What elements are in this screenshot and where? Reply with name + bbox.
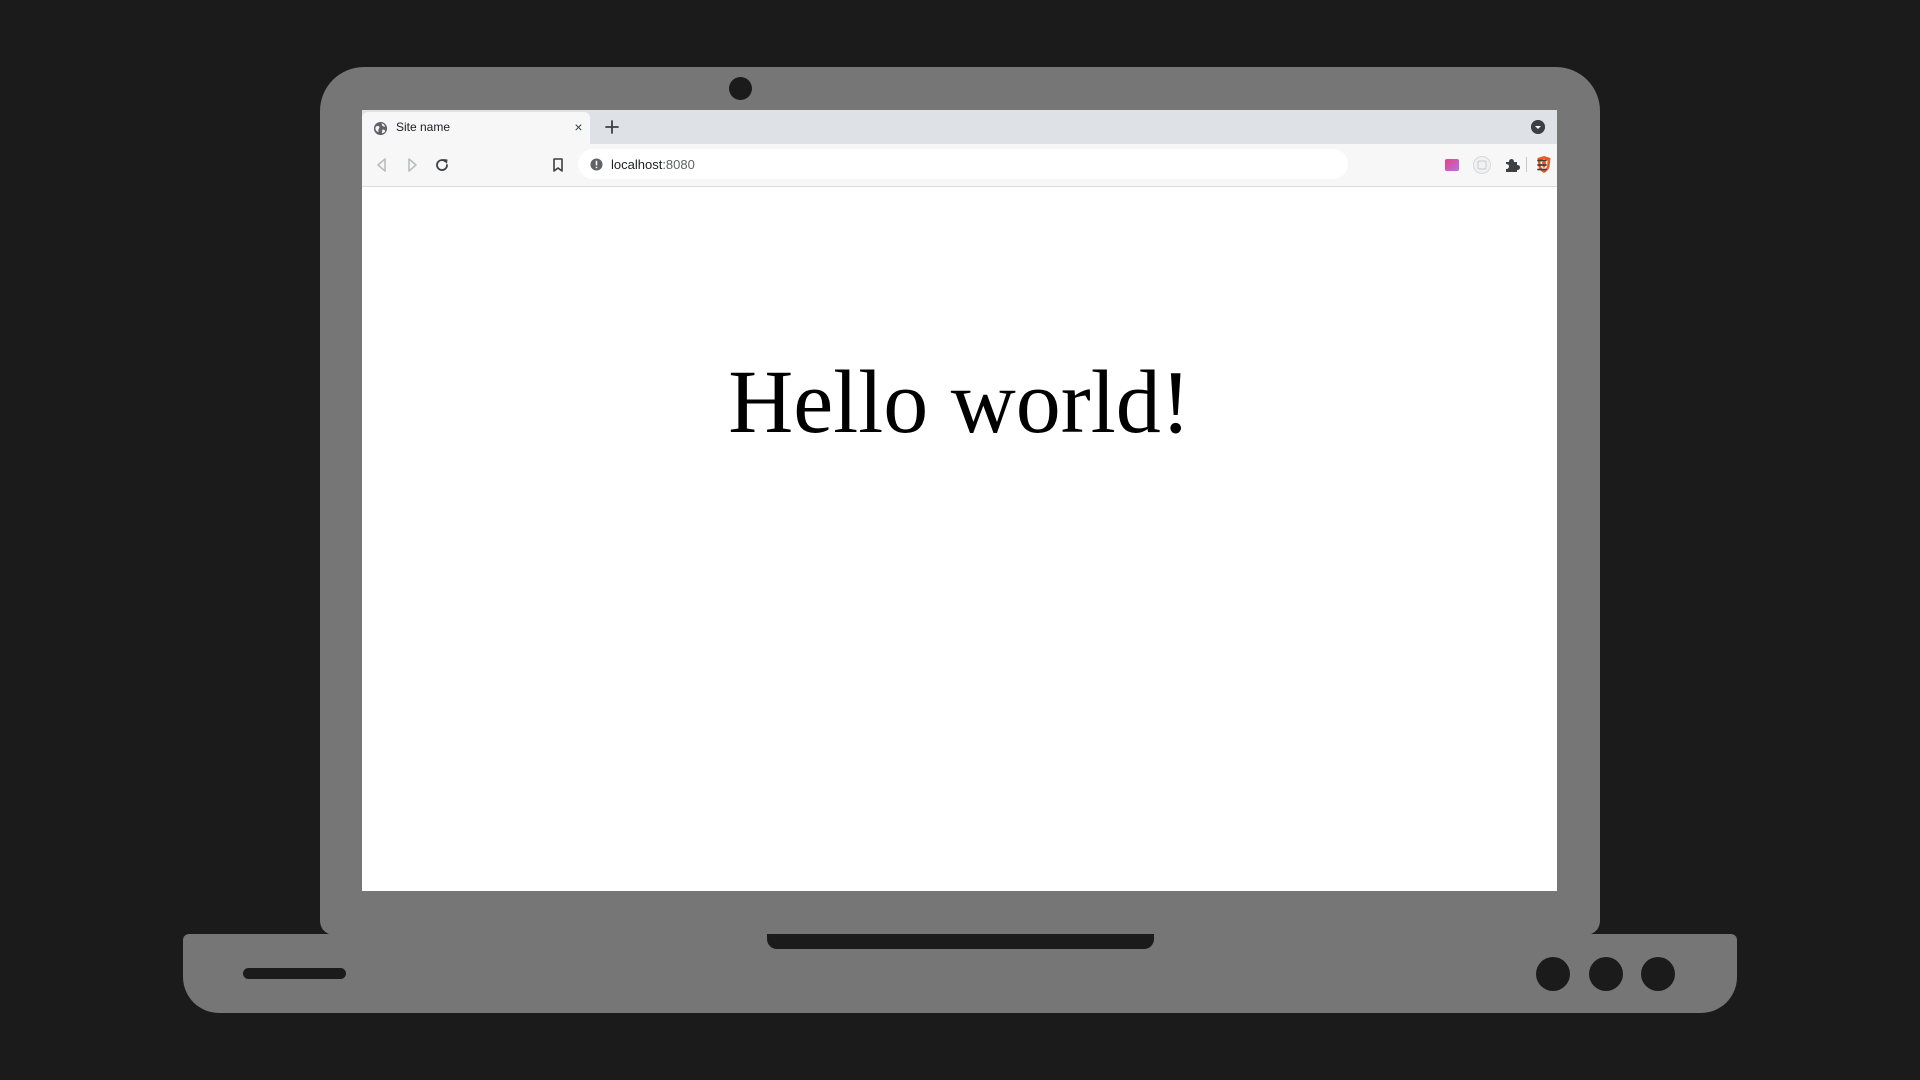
hamburger-menu-icon[interactable] [1532, 155, 1552, 175]
url-text[interactable]: localhost:8080 [611, 157, 695, 172]
circle-extension-icon[interactable] [1472, 155, 1492, 175]
info-icon[interactable] [590, 158, 603, 171]
webcam [729, 77, 752, 100]
globe-icon [373, 121, 388, 136]
base-indicator-light [1589, 957, 1623, 991]
browser-toolbar: localhost:8080 [362, 144, 1557, 187]
page-heading: Hello world! [728, 353, 1191, 452]
url-host: localhost [611, 157, 663, 172]
laptop-scene: Site name × localhost:8080 Hello world! [0, 0, 1920, 1080]
base-indicator-light [1641, 957, 1675, 991]
tab-title: Site name [396, 120, 451, 134]
close-icon[interactable]: × [571, 120, 586, 135]
plus-icon[interactable] [602, 117, 622, 137]
forward-arrow-icon[interactable] [402, 155, 422, 175]
tab-site-name[interactable]: Site name × [362, 112, 590, 144]
browser-window: Site name × localhost:8080 Hello world! [362, 110, 1557, 891]
base-hinge-notch [767, 934, 1154, 949]
base-vent-slot [243, 968, 346, 979]
omnibox-divider [1526, 157, 1527, 172]
tab-strip: Site name × [362, 110, 1557, 144]
puzzle-icon[interactable] [1502, 155, 1522, 175]
address-bar[interactable]: localhost:8080 [578, 149, 1551, 179]
bookmark-icon[interactable] [548, 155, 568, 175]
gradient-extension-icon[interactable] [1442, 155, 1462, 175]
page-content: Hello world! [362, 187, 1557, 891]
back-arrow-icon[interactable] [372, 155, 392, 175]
url-port: :8080 [662, 157, 695, 172]
base-indicator-light [1536, 957, 1570, 991]
chevron-down-circle-icon[interactable] [1531, 120, 1545, 134]
reload-icon[interactable] [432, 155, 452, 175]
